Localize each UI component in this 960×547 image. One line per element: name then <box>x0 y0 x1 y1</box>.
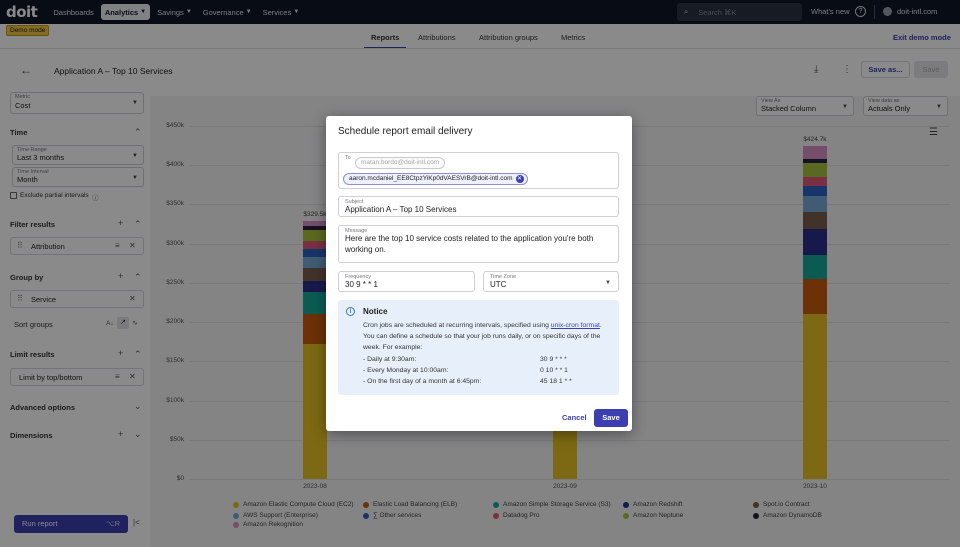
to-placeholder-chip: matan.bordo@doit-intl.com <box>355 157 446 169</box>
subject-field[interactable]: Subject Application A – Top 10 Services <box>338 196 619 217</box>
cron-notice: i Notice Cron jobs are scheduled at recu… <box>338 300 619 395</box>
example-desc: - On the first day of a month at 6:45pm: <box>363 378 482 385</box>
message-field[interactable]: Message Here are the top 10 service cost… <box>338 225 619 263</box>
example-cron: 30 9 * * * <box>540 356 567 363</box>
remove-recipient-icon[interactable]: ✕ <box>515 175 524 183</box>
recipient-chip[interactable]: aaron.mcdaniel_EE8CtpzYiKp0dVAESVrB@doit… <box>343 173 528 185</box>
dropdown-caret-icon: ▼ <box>605 280 611 286</box>
info-icon: i <box>346 307 355 316</box>
example-desc: - Daily at 9:30am: <box>363 356 417 363</box>
to-field[interactable]: To matan.bordo@doit-intl.com aaron.mcdan… <box>338 152 619 189</box>
save-schedule-button[interactable]: Save <box>594 409 628 427</box>
example-cron: 0 10 * * 1 <box>540 367 568 374</box>
cancel-button[interactable]: Cancel <box>562 413 587 422</box>
frequency-field[interactable]: Frequency 30 9 * * 1 <box>338 271 475 292</box>
example-cron: 45 18 1 * * <box>540 378 572 385</box>
unix-cron-format-link[interactable]: unix-cron format <box>551 322 600 329</box>
schedule-email-dialog: Schedule report email delivery To matan.… <box>326 116 632 431</box>
timezone-select[interactable]: Time Zone UTC ▼ <box>483 271 619 292</box>
dialog-title: Schedule report email delivery <box>338 126 473 137</box>
example-desc: - Every Monday at 10:00am: <box>363 367 449 374</box>
